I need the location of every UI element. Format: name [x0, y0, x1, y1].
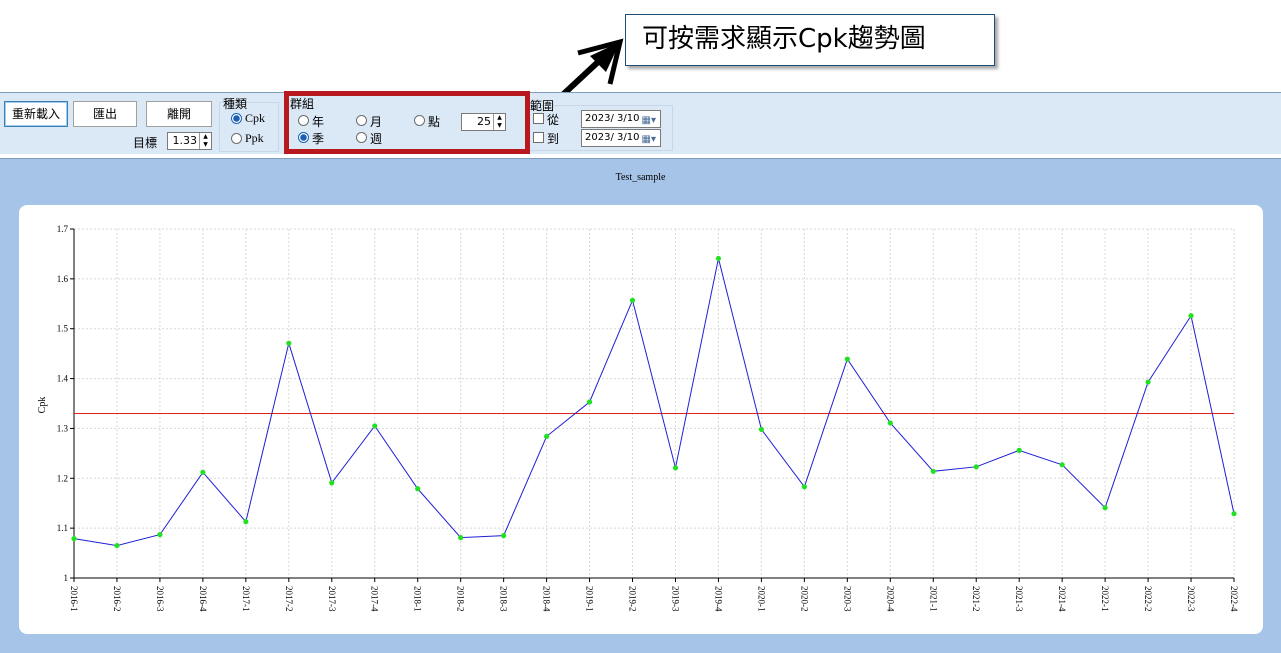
x-tick-label: 2021-1	[928, 586, 938, 612]
data-point	[1231, 511, 1237, 517]
data-point	[672, 465, 679, 471]
data-point	[973, 464, 979, 470]
x-tick-labels: 2016-1 2016-2 2016-3 2016-4 2017-1 2017-2 2017…	[69, 586, 1239, 612]
x-tick-label: 2017-3	[327, 586, 337, 612]
x-tick-label: 2022-3	[1186, 586, 1196, 612]
data-point	[329, 480, 335, 486]
y-tick-labels: 1 1.1 1.2 1.3 1.4 1.5 1.6 1.7	[57, 224, 69, 583]
x-tick-label: 2020-1	[756, 586, 766, 612]
x-tick-label: 2018-4	[542, 586, 552, 612]
x-tick-label: 2017-2	[284, 586, 294, 612]
data-point	[715, 255, 722, 262]
x-tick-label: 2022-1	[1100, 586, 1110, 612]
x-tick-label: 2020-3	[842, 586, 852, 612]
data-point	[887, 420, 893, 426]
data-point	[629, 297, 636, 303]
x-tick-label: 2017-4	[370, 586, 380, 612]
y-tick-label: 1	[64, 573, 69, 583]
x-tick-label: 2019-2	[628, 586, 638, 612]
x-tick-label: 2019-1	[585, 586, 595, 612]
x-tick-label: 2018-3	[499, 586, 509, 612]
x-tick-label: 2019-3	[670, 586, 680, 612]
x-tick-label: 2018-2	[456, 586, 466, 612]
data-point	[157, 532, 163, 538]
data-point	[1016, 447, 1022, 453]
x-tick-label: 2019-4	[713, 586, 723, 612]
y-tick-label: 1.3	[57, 423, 69, 433]
y-tick-label: 1.4	[57, 374, 69, 384]
data-point	[458, 535, 464, 541]
y-axis-label: Cpk	[37, 397, 48, 414]
x-tick-label: 2020-4	[885, 586, 895, 612]
y-tick-label: 1.5	[57, 324, 69, 334]
data-point	[501, 533, 507, 539]
x-tick-label: 2016-2	[112, 586, 122, 612]
cpk-series-line	[73, 258, 1235, 547]
line-chart: 11.11.21.31.41.51.61.7 2016-1 2016-2 2016-…	[37, 224, 1239, 612]
chart-axes	[70, 228, 1235, 582]
x-tick-label: 2018-1	[413, 586, 423, 612]
y-tick-label: 1.1	[57, 523, 68, 533]
x-tick-label: 2021-3	[1014, 586, 1024, 612]
x-tick-label: 2022-2	[1143, 586, 1153, 612]
y-tick-label: 1.7	[57, 224, 69, 234]
data-point	[200, 469, 206, 475]
data-point	[71, 536, 77, 542]
data-point	[114, 542, 120, 549]
data-point	[243, 519, 249, 525]
data-point	[1102, 505, 1108, 511]
y-tick-label: 1.6	[57, 274, 69, 284]
data-point	[758, 426, 765, 433]
data-point	[1059, 462, 1065, 468]
x-tick-label: 2016-1	[69, 586, 79, 612]
data-point	[415, 486, 421, 492]
data-point	[372, 423, 378, 429]
data-point	[586, 399, 593, 405]
data-point	[1145, 379, 1151, 385]
y-tick-label: 1.2	[57, 473, 68, 483]
x-tick-label: 2016-3	[155, 586, 165, 612]
data-point	[286, 340, 292, 346]
data-point	[801, 484, 807, 490]
x-tick-label: 2016-4	[198, 586, 208, 612]
chart-grid	[73, 228, 1235, 579]
x-tick-label: 2021-2	[971, 586, 981, 612]
data-point	[844, 356, 850, 362]
data-point	[1188, 313, 1194, 319]
data-point	[930, 468, 936, 474]
x-tick-label: 2022-4	[1229, 586, 1239, 612]
x-tick-label: 2017-1	[241, 586, 251, 612]
x-tick-label: 2021-4	[1057, 586, 1067, 612]
x-tick-label: 2020-2	[799, 586, 809, 612]
data-point	[543, 433, 550, 440]
